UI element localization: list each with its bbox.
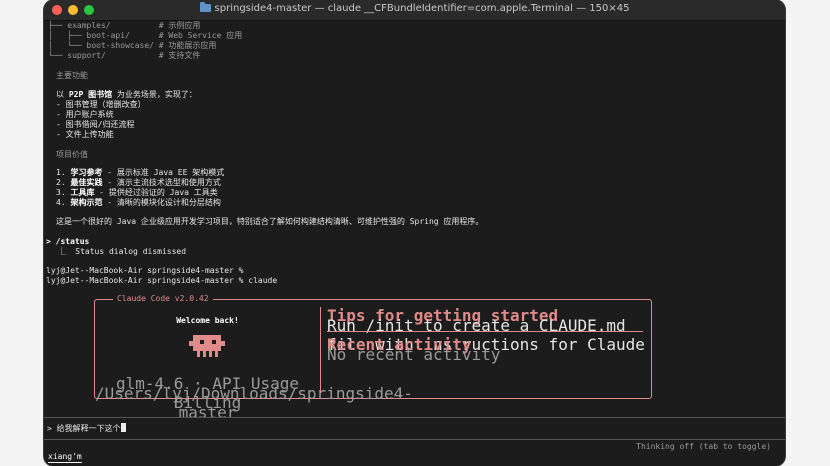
value-rest: - 演示主流技术选型和使用方式 (102, 178, 221, 187)
claude-version: Claude Code v2.0.42 (113, 294, 213, 304)
tips-divider (327, 331, 643, 332)
claude-welcome-panel: Claude Code v2.0.42 Welcome back! glm-4.… (94, 294, 652, 422)
folder-icon (199, 2, 211, 12)
features-intro: 以 P2P 图书馆 为业务场景，实现了： (56, 90, 197, 100)
status-result: ⎿ Status dialog dismissed (48, 247, 187, 256)
recent-activity-text: No recent activity (327, 345, 501, 364)
status-command: > /status (46, 237, 90, 246)
panel-divider (320, 307, 321, 393)
terminal-window: springside4-master — claude __CFBundleId… (44, 0, 785, 466)
welcome-message: Welcome back! (176, 316, 239, 325)
prompt-symbol: > (47, 424, 52, 433)
value-heading: 项目价值 (56, 150, 88, 159)
value-item: 4. 架构示范 - 清晰的模块化设计和分层结构 (56, 198, 221, 208)
value-num: 1. (56, 168, 71, 177)
shell-command: lyj@Jet--MacBook-Air springside4-master … (46, 276, 278, 285)
value-rest: - 清晰的模块化设计和分层结构 (102, 198, 221, 207)
prompt-input-bar[interactable]: > 给我解释一下这个 (44, 417, 785, 440)
value-bold: 学习参考 (70, 168, 103, 177)
tree-line: │ ├── boot-api/ # Web Service 应用 (48, 31, 243, 40)
tree-line: │ └── boot-showcase/ # 功能展示应用 (48, 41, 217, 50)
value-bold: 架构示范 (70, 198, 103, 207)
features-heading: 主要功能 (56, 71, 88, 80)
tree-line: └── support/ # 支持文件 (48, 51, 201, 60)
window-title-text: springside4-master — claude __CFBundleId… (214, 3, 630, 14)
intro-suffix: 为业务场景，实现了： (112, 90, 197, 99)
feature-item: - 图书借阅/归还流程 (56, 120, 135, 129)
value-item: 2. 最佳实践 - 演示主流技术选型和使用方式 (56, 178, 221, 188)
window-title: springside4-master — claude __CFBundleId… (44, 2, 785, 14)
ime-composition: xiang'm (48, 452, 82, 463)
feature-item: - 文件上传功能 (56, 130, 114, 139)
thinking-toggle-hint[interactable]: Thinking off (tab to toggle) (636, 442, 771, 451)
value-item: 3. 工具库 - 提供经过验证的 Java 工具类 (56, 188, 218, 198)
prompt-input[interactable]: > 给我解释一下这个 (47, 423, 126, 433)
tree-line: ├── examples/ # 示例应用 (48, 21, 201, 30)
value-num: 2. (56, 178, 71, 187)
value-num: 3. (56, 188, 71, 197)
value-rest: - 展示标准 Java EE 架构模式 (102, 168, 225, 177)
shell-prompt: lyj@Jet--MacBook-Air springside4-master … (46, 266, 244, 275)
title-bar[interactable]: springside4-master — claude __CFBundleId… (44, 0, 785, 21)
intro-bold: P2P 图书馆 (68, 90, 113, 99)
value-bold: 工具库 (70, 188, 95, 197)
value-rest: - 提供经过验证的 Java 工具类 (94, 188, 218, 197)
value-item: 1. 学习参考 - 展示标准 Java EE 架构模式 (56, 168, 224, 178)
prompt-input-value[interactable]: 给我解释一下这个 (57, 424, 121, 433)
value-bold: 最佳实践 (70, 178, 103, 187)
feature-item: - 图书管理（增删改查） (56, 100, 146, 109)
text-cursor (120, 423, 126, 432)
feature-item: - 用户账户系统 (56, 110, 114, 119)
claude-mascot-icon (189, 335, 225, 357)
intro-prefix: 以 (56, 90, 69, 99)
value-num: 4. (56, 198, 71, 207)
value-summary: 这是一个很好的 Java 企业级应用开发学习项目，特别适合了解如何构建结构清晰、… (56, 217, 484, 226)
